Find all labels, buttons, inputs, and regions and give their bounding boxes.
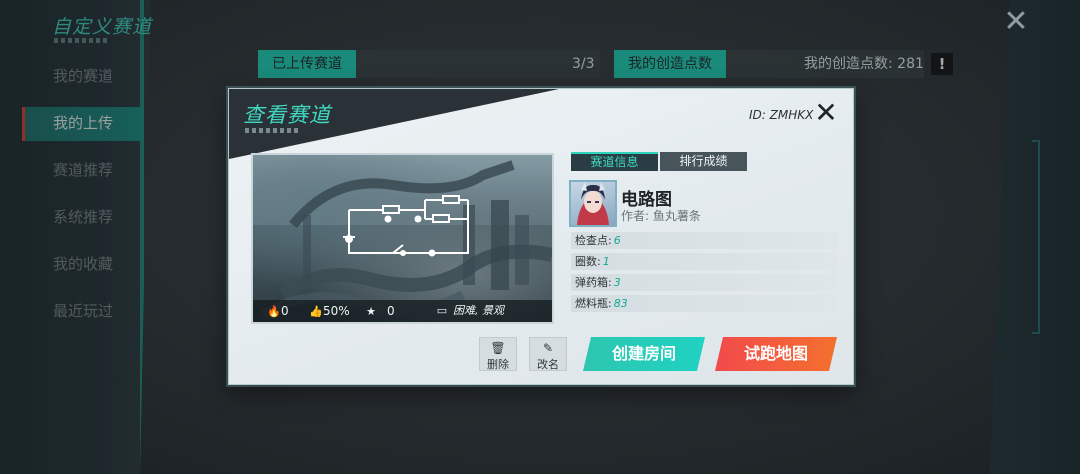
star-stat: ★ 0	[366, 304, 395, 318]
thumbs-up-icon: 👍	[309, 305, 323, 318]
track-stats: 检查点: 6 圈数: 1 弹药箱: 3 燃料瓶: 83	[571, 232, 837, 316]
info-tabs: 赛道信息 排行成绩	[571, 152, 747, 171]
create-room-button[interactable]: 创建房间	[583, 337, 705, 371]
stat-fuel-bottles: 燃料瓶: 83	[571, 295, 837, 312]
pencil-icon: ✎	[542, 341, 554, 355]
delete-button[interactable]: 🗑 删除	[479, 337, 517, 371]
dialog-close-icon[interactable]: ✕	[814, 99, 838, 127]
stat-checkpoints: 检查点: 6	[571, 232, 837, 249]
track-dialog: 查看赛道 ID: ZMHKX ✕ 🔥0 👍50% ★ 0 ▭ 困难, 景观 赛道…	[228, 88, 854, 385]
track-id: ID: ZMHKX	[749, 108, 814, 122]
star-icon: ★	[366, 305, 376, 318]
track-scene	[253, 155, 552, 320]
rename-button[interactable]: ✎ 改名	[529, 337, 567, 371]
fire-icon: 🔥	[267, 305, 281, 318]
tag-icon: ▭	[436, 304, 448, 317]
avatar-art	[577, 182, 609, 225]
tag-stat: ▭ 困难, 景观	[433, 303, 504, 319]
like-stat: 👍50%	[309, 304, 350, 318]
avatar[interactable]	[569, 180, 617, 227]
plays-stat: 🔥0	[267, 304, 289, 318]
stat-laps: 圈数: 1	[571, 253, 837, 270]
stat-ammo-boxes: 弹药箱: 3	[571, 274, 837, 291]
tab-track-info[interactable]: 赛道信息	[571, 152, 658, 171]
track-preview: 🔥0 👍50% ★ 0 ▭ 困难, 景观	[251, 153, 554, 324]
test-run-button[interactable]: 试跑地图	[715, 337, 837, 371]
preview-stats-bar: 🔥0 👍50% ★ 0 ▭ 困难, 景观	[253, 300, 552, 322]
trash-icon: 🗑	[490, 341, 506, 355]
dialog-title: 查看赛道	[243, 103, 331, 127]
tab-leaderboard[interactable]: 排行成绩	[660, 152, 747, 171]
map-author: 作者: 鱼丸薯条	[621, 209, 701, 223]
title-decoration	[245, 128, 299, 133]
